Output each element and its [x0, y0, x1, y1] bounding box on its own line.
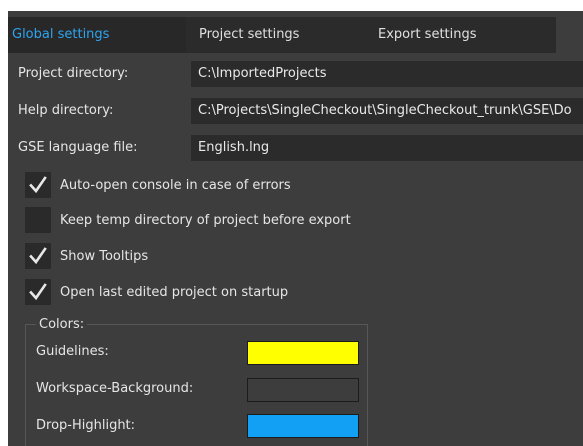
drop-highlight-color-label: Drop-Highlight:: [36, 418, 136, 433]
project-directory-label: Project directory:: [18, 66, 129, 81]
checkmark-icon: [29, 176, 47, 194]
checkmark-icon: [29, 283, 47, 301]
colors-group: Colors: Guidelines: Workspace-Background…: [25, 317, 368, 446]
option-auto-open-console[interactable]: Auto-open console in case of errors: [25, 172, 291, 198]
auto-open-console-checkbox[interactable]: [25, 172, 51, 198]
help-directory-label: Help directory:: [18, 103, 114, 118]
show-tooltips-label: Show Tooltips: [60, 248, 149, 264]
project-directory-field[interactable]: C:\ImportedProjects: [191, 61, 583, 87]
help-directory-field[interactable]: C:\Projects\SingleCheckout\SingleCheckou…: [191, 98, 583, 124]
tab-project-settings[interactable]: Project settings: [199, 17, 299, 53]
settings-window: Global settings Project settings Export …: [8, 11, 583, 446]
keep-temp-directory-checkbox[interactable]: [25, 207, 51, 233]
option-keep-temp-directory[interactable]: Keep temp directory of project before ex…: [25, 207, 351, 233]
open-last-project-label: Open last edited project on startup: [60, 284, 289, 300]
checkmark-icon: [29, 247, 47, 265]
auto-open-console-label: Auto-open console in case of errors: [60, 177, 291, 193]
keep-temp-directory-label: Keep temp directory of project before ex…: [60, 212, 351, 228]
show-tooltips-checkbox[interactable]: [25, 243, 51, 269]
language-file-field[interactable]: English.lng: [191, 135, 583, 161]
settings-tabbar: Global settings Project settings Export …: [8, 17, 556, 53]
open-last-project-checkbox[interactable]: [25, 279, 51, 305]
guidelines-color-swatch[interactable]: [247, 341, 359, 365]
option-open-last-project[interactable]: Open last edited project on startup: [25, 279, 288, 305]
guidelines-color-label: Guidelines:: [36, 344, 109, 359]
workspace-background-color-label: Workspace-Background:: [36, 381, 194, 396]
tab-export-settings[interactable]: Export settings: [378, 17, 477, 53]
colors-group-title: Colors:: [36, 317, 88, 333]
option-show-tooltips[interactable]: Show Tooltips: [25, 243, 148, 269]
drop-highlight-color-swatch[interactable]: [247, 414, 359, 438]
language-file-label: GSE language file:: [18, 140, 138, 155]
workspace-background-color-swatch[interactable]: [247, 378, 359, 402]
tab-global-settings[interactable]: Global settings: [8, 17, 186, 53]
